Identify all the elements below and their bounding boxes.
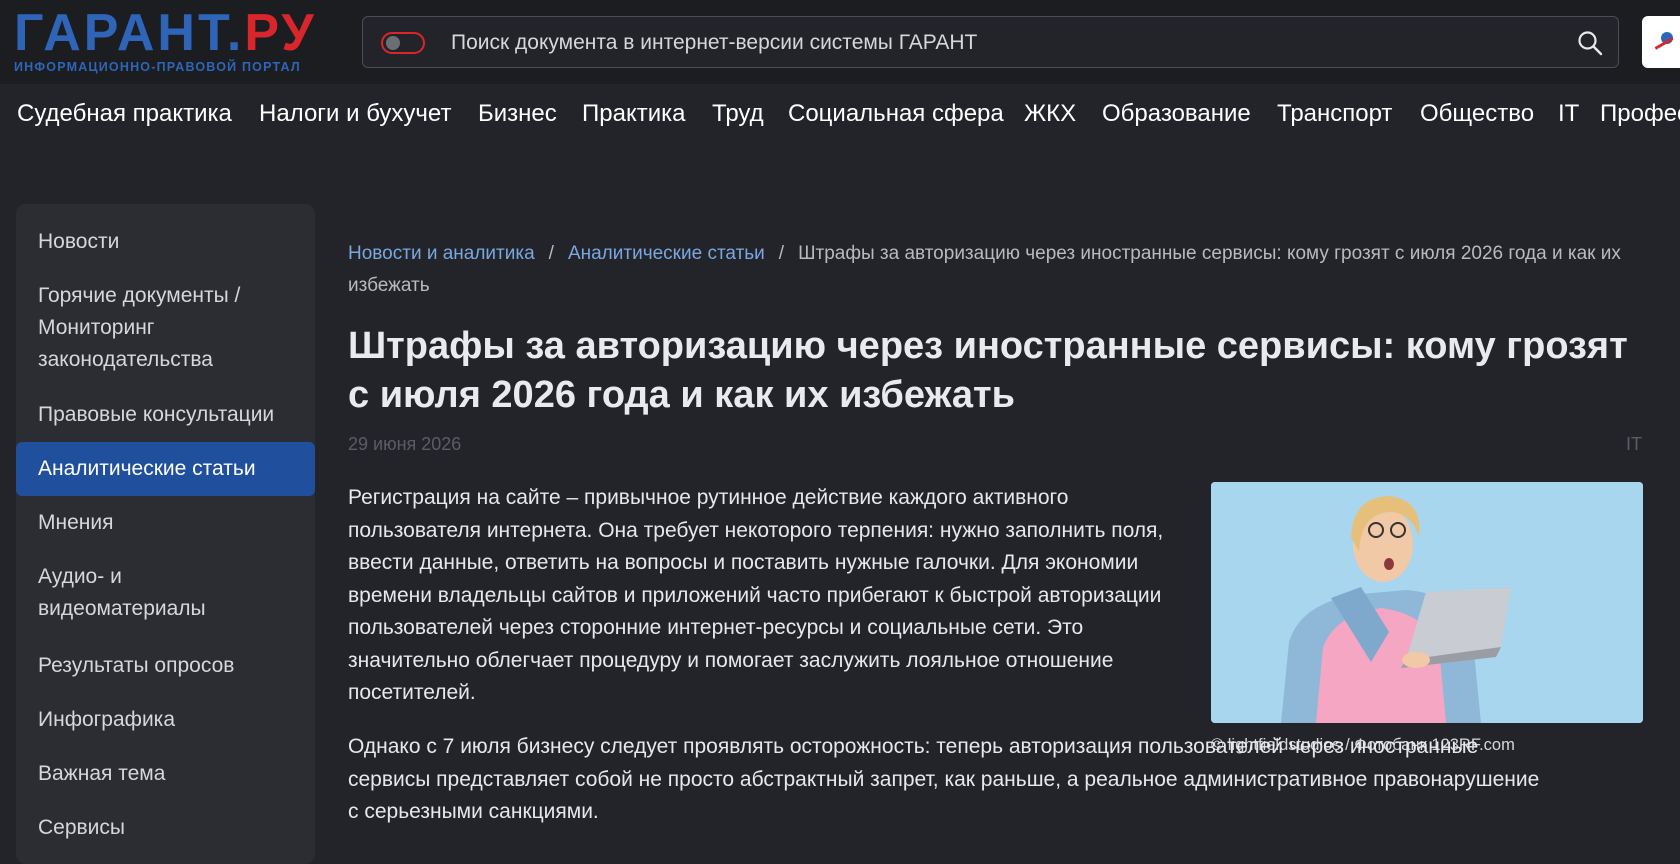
article-date: 29 июня 2026 <box>348 434 462 454</box>
sidebar-item-infographics[interactable]: Инфографика <box>16 704 315 736</box>
sidebar: Новости Горячие документы / Мониторинг з… <box>16 204 315 864</box>
nav-item-court-practice[interactable]: Судебная практика <box>17 100 232 128</box>
sidebar-item-opinions[interactable]: Мнения <box>16 507 315 539</box>
sidebar-item-news[interactable]: Новости <box>16 226 315 258</box>
article-main: Новости и аналитика / Аналитические статьи… <box>348 0 1648 835</box>
sidebar-item-analytics[interactable]: Аналитические статьи <box>16 442 315 496</box>
article-photo <box>1211 482 1643 723</box>
sidebar-item-hot-documents[interactable]: Горячие документы / Мониторинг законодат… <box>16 280 315 376</box>
article-tag[interactable]: IT <box>1626 434 1642 455</box>
logo-part-ru: РУ <box>244 4 317 62</box>
breadcrumb-link-analytics[interactable]: Аналитические статьи <box>568 243 765 264</box>
breadcrumb-separator: / <box>778 243 785 264</box>
logo-subtitle: ИНФОРМАЦИОННО-ПРАВОВОЙ ПОРТАЛ <box>14 60 301 74</box>
sidebar-item-polls[interactable]: Результаты опросов <box>16 650 315 682</box>
sidebar-item-consultations[interactable]: Правовые консультации <box>16 399 315 431</box>
photo-illustration <box>1211 482 1643 723</box>
logo-wordmark: ГАРАНТ.РУ <box>14 7 344 59</box>
breadcrumb-link-news[interactable]: Новости и аналитика <box>348 243 535 264</box>
article-paragraph-2: Однако с 7 июля бизнесу следует проявлят… <box>348 735 1540 823</box>
article-paragraph-1: Регистрация на сайте – привычное рутинно… <box>348 486 1164 704</box>
breadcrumb-separator: / <box>548 243 554 264</box>
sidebar-item-media[interactable]: Аудио- и видеоматериалы <box>16 561 315 625</box>
site-logo[interactable]: ГАРАНТ.РУ ИНФОРМАЦИОННО-ПРАВОВОЙ ПОРТАЛ <box>14 7 344 74</box>
sidebar-item-important-topic[interactable]: Важная тема <box>16 758 315 790</box>
logo-part-dot: . <box>226 4 245 62</box>
breadcrumb: Новости и аналитика / Аналитические статьи… <box>348 238 1638 302</box>
sidebar-item-services[interactable]: Сервисы <box>16 812 315 844</box>
logo-part-garant: ГАРАНТ <box>14 4 227 62</box>
page-title: Штрафы за авторизацию через иностранные … <box>348 325 1628 416</box>
breadcrumb-current: Штрафы за авторизацию через иностранные … <box>348 243 1621 296</box>
